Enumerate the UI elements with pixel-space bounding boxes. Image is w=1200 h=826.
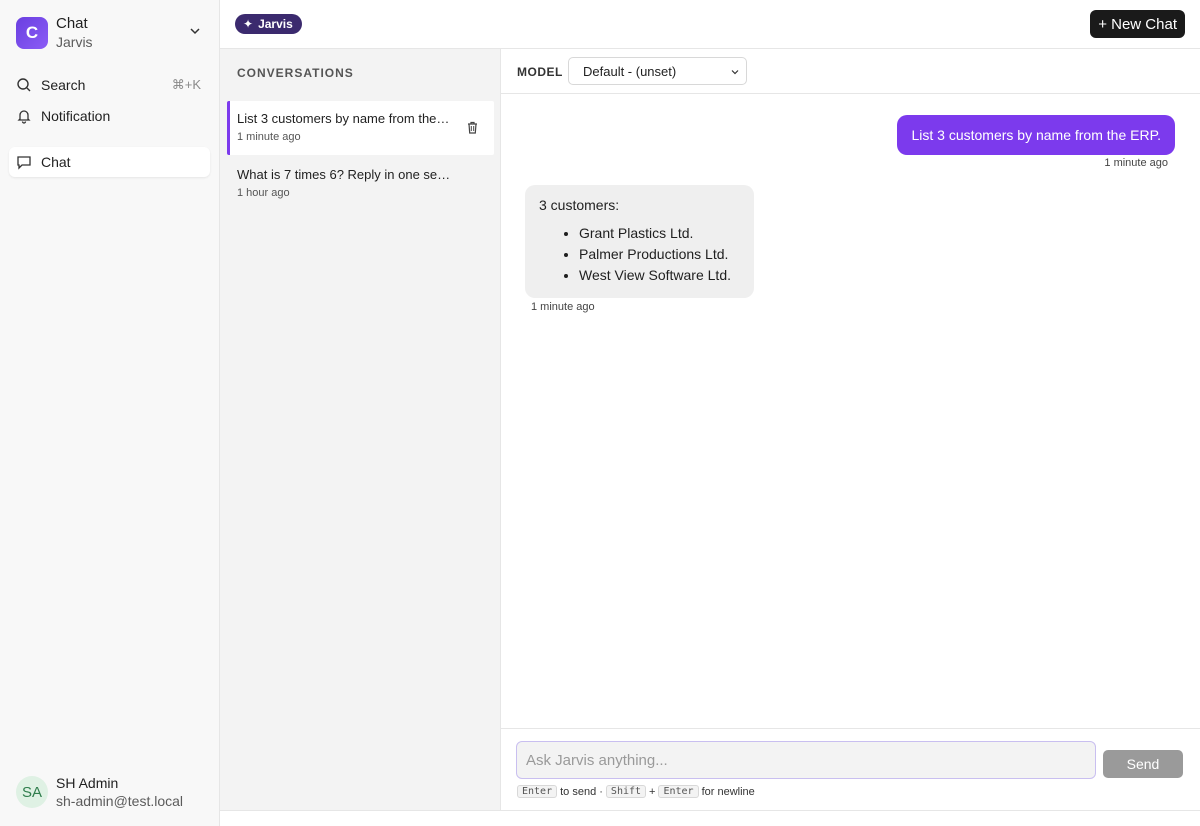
enter-key: Enter (658, 785, 699, 798)
badge-label: Jarvis (258, 17, 293, 31)
app-logo: C (16, 17, 48, 49)
conversation-item[interactable]: List 3 customers by name from the ERP. 1… (227, 101, 494, 155)
composer: Send Enter to send · Shift + Enter for n… (501, 728, 1200, 810)
model-bar: MODEL Default - (unset) (501, 49, 1200, 94)
bottom-strip (220, 810, 1200, 826)
model-label: MODEL (517, 65, 563, 79)
conversation-title: What is 7 times 6? Reply in one sentence… (237, 167, 452, 182)
sidebar-item-search[interactable]: Search ⌘+K (9, 70, 210, 100)
trash-icon[interactable] (466, 121, 479, 134)
user-message-time: 1 minute ago (1104, 157, 1168, 169)
hint-text-send: to send · (560, 785, 603, 798)
chevron-down-icon (731, 70, 739, 75)
search-shortcut: ⌘+K (171, 77, 201, 92)
user-email: sh-admin@test.local (56, 793, 184, 810)
conversations-heading: CONVERSATIONS (237, 66, 354, 80)
user-message: List 3 customers by name from the ERP. (897, 115, 1175, 155)
list-item: West View Software Ltd. (579, 265, 740, 286)
sidebar-item-label: Notification (41, 108, 111, 124)
list-item: Grant Plastics Ltd. (579, 223, 740, 244)
send-button[interactable]: Send (1103, 750, 1183, 778)
enter-key: Enter (517, 785, 558, 798)
sidebar-item-notification[interactable]: Notification (9, 101, 210, 131)
model-selected-value: Default - (unset) (583, 63, 677, 79)
chat-bubble-icon (17, 156, 31, 170)
assistant-message: 3 customers: Grant Plastics Ltd. Palmer … (525, 185, 754, 298)
sidebar-item-label: Search (41, 77, 86, 93)
user-name: SH Admin (56, 775, 119, 791)
user-profile[interactable]: SA SH Admin sh-admin@test.local (16, 774, 183, 810)
app-title: Chat (56, 14, 88, 32)
assistant-message-time: 1 minute ago (531, 301, 595, 313)
assistant-badge: ✦ Jarvis (235, 14, 302, 34)
avatar: SA (16, 776, 48, 809)
app-sidebar: C Chat Jarvis Search ⌘+K Notification Ch… (0, 0, 220, 826)
search-icon (17, 78, 31, 92)
keyboard-hint: Enter to send · Shift + Enter for newlin… (517, 785, 755, 798)
chevron-down-icon[interactable] (188, 24, 202, 38)
bell-icon (17, 110, 31, 124)
sparkle-icon: ✦ (243, 17, 254, 31)
assistant-message-intro: 3 customers: (539, 197, 620, 213)
conversation-time: 1 minute ago (237, 131, 301, 143)
conversation-item[interactable]: What is 7 times 6? Reply in one sentence… (227, 157, 494, 211)
hint-text-newline: for newline (701, 785, 755, 798)
conversations-panel: CONVERSATIONS List 3 customers by name f… (220, 49, 501, 810)
message-input[interactable] (516, 741, 1096, 779)
sidebar-item-label: Chat (41, 154, 71, 170)
conversation-time: 1 hour ago (237, 187, 290, 199)
new-chat-button[interactable]: + New Chat (1090, 10, 1185, 38)
customer-list: Grant Plastics Ltd. Palmer Productions L… (539, 223, 740, 286)
sidebar-item-chat[interactable]: Chat (9, 147, 210, 177)
top-bar: ✦ Jarvis + New Chat (220, 0, 1200, 49)
conversation-title: List 3 customers by name from the ERP. (237, 111, 452, 126)
app-switcher[interactable]: C Chat Jarvis (16, 14, 208, 52)
shift-key: Shift (605, 785, 647, 798)
model-select[interactable]: Default - (unset) (568, 57, 747, 85)
list-item: Palmer Productions Ltd. (579, 244, 740, 265)
hint-plus: + (649, 785, 656, 798)
app-subtitle: Jarvis (56, 33, 93, 50)
